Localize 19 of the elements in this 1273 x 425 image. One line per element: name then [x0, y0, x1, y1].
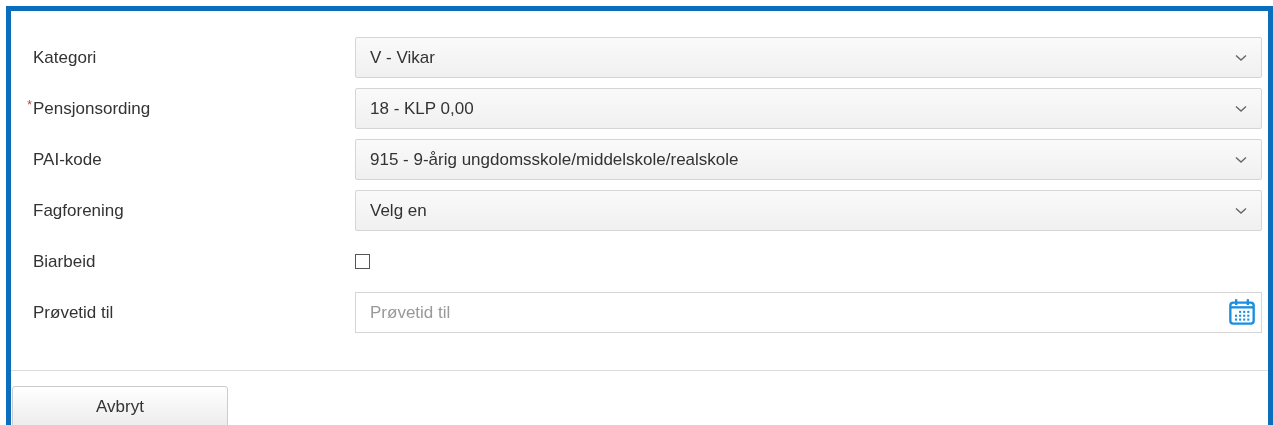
calendar-icon[interactable] [1228, 298, 1256, 326]
required-asterisk: * [26, 97, 33, 112]
chevron-down-icon [1235, 104, 1247, 113]
field-label: Kategori [33, 47, 98, 68]
field-label: Pensjonsording [33, 98, 152, 119]
field-label: Prøvetid til [33, 302, 115, 323]
field-label: Fagforening [33, 200, 125, 221]
checkbox[interactable] [355, 254, 370, 269]
dropdown[interactable]: 18 - KLP 0,00 [355, 88, 1262, 129]
field-label: Biarbeid [33, 251, 97, 272]
dropdown[interactable]: Velg en [355, 190, 1262, 231]
chevron-down-icon [1235, 206, 1247, 215]
chevron-down-icon [1235, 155, 1247, 164]
date-field[interactable]: Prøvetid til [355, 292, 1262, 333]
dropdown[interactable]: 915 - 9-årig ungdomsskole/middelskole/realskole [355, 139, 1262, 180]
dropdown[interactable]: V - Vikar [355, 37, 1262, 78]
field-label: PAI-kode [33, 149, 103, 170]
cancel-button[interactable]: Avbryt [12, 386, 228, 425]
chevron-down-icon [1235, 53, 1247, 62]
